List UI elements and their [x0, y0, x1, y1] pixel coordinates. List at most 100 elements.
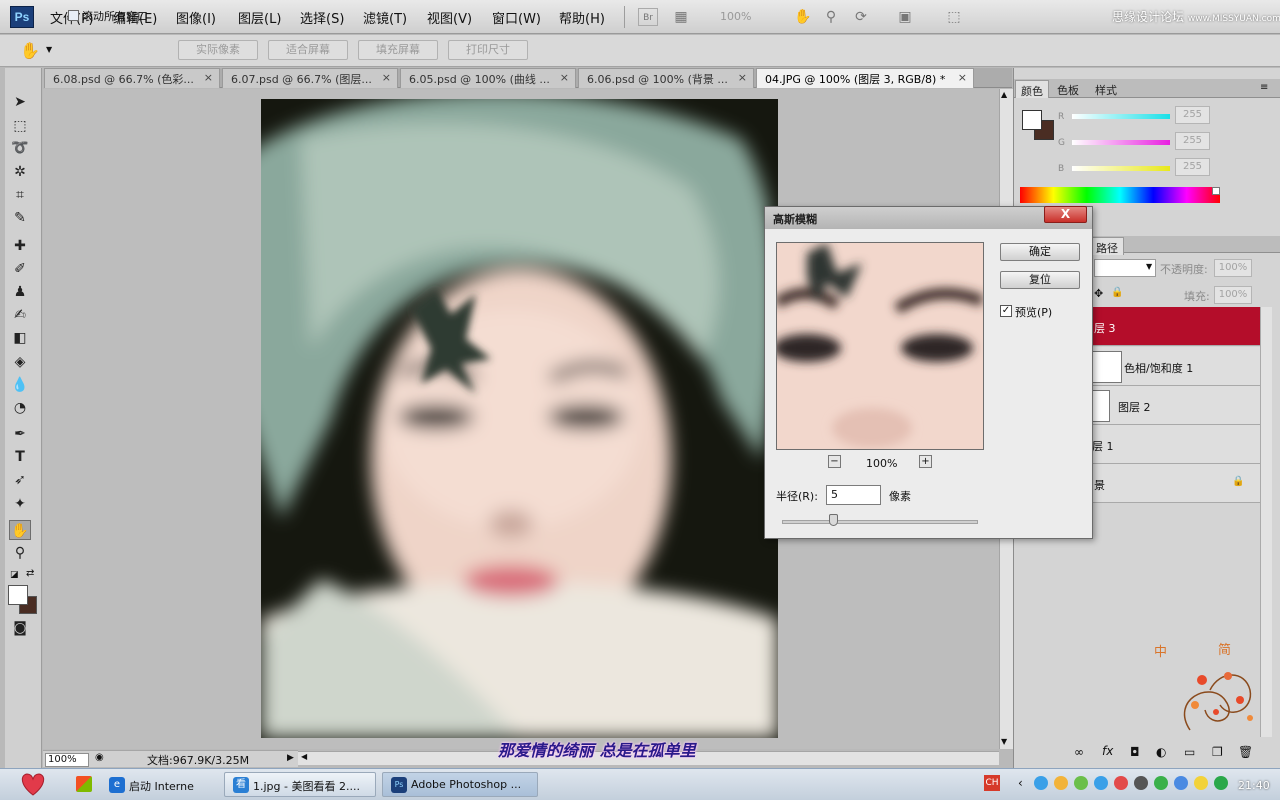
magic-wand-icon[interactable]: ✲ — [9, 162, 31, 182]
swap-colors-icon[interactable]: ⇄ — [26, 568, 34, 579]
close-icon[interactable]: × — [738, 71, 747, 84]
zoom-out-button[interactable]: − — [828, 455, 841, 468]
default-colors-icon[interactable]: ◪ — [10, 570, 19, 580]
close-icon[interactable]: × — [560, 71, 569, 84]
taskbar-item-internet[interactable]: e 启动 Interne — [100, 772, 218, 797]
shield-icon[interactable] — [1214, 776, 1228, 790]
hand-tool-icon[interactable]: ✋ — [9, 520, 31, 540]
scroll-down-icon[interactable]: ▼ — [1001, 737, 1007, 746]
print-size-button[interactable]: 打印尺寸 — [448, 40, 528, 60]
reset-button[interactable]: 复位 — [1000, 271, 1080, 289]
actual-pixels-button[interactable]: 实际像素 — [178, 40, 258, 60]
zoom-level-field[interactable]: 100% — [45, 753, 89, 767]
history-brush-icon[interactable]: ✍ — [9, 305, 31, 325]
crop-tool-icon[interactable]: ⌗ — [9, 185, 31, 205]
marquee-tool-icon[interactable]: ⬚ — [9, 116, 31, 136]
start-button[interactable] — [18, 771, 48, 797]
paint-bucket-icon[interactable]: ◈ — [9, 352, 31, 372]
eraser-icon[interactable]: ◧ — [9, 328, 31, 348]
red-channel-slider[interactable] — [1072, 114, 1170, 119]
path-selection-icon[interactable]: ➶ — [9, 470, 31, 490]
document-image[interactable] — [261, 99, 778, 738]
dodge-tool-icon[interactable]: ◔ — [9, 398, 31, 418]
radius-input[interactable]: 5 — [826, 485, 881, 505]
tab-6-05[interactable]: 6.05.psd @ 100% (曲线 ... × — [400, 68, 576, 88]
add-mask-icon[interactable]: ◘ — [1130, 745, 1140, 759]
zoom-tool-icon[interactable]: ⚲ — [822, 8, 840, 26]
hand-tool-preset-icon[interactable]: ✋ — [20, 41, 40, 60]
quick-mask-icon[interactable]: ◙ — [9, 618, 31, 638]
menu-select[interactable]: 选择(S) — [300, 8, 344, 27]
status-arrow-icon[interactable]: ▶ — [287, 753, 294, 763]
tab-styles[interactable]: 样式 — [1090, 80, 1122, 98]
close-icon[interactable]: × — [958, 71, 967, 84]
menu-image[interactable]: 图像(I) — [176, 8, 216, 27]
fit-screen-button[interactable]: 适合屏幕 — [268, 40, 348, 60]
tray-app-icon[interactable] — [1054, 776, 1068, 790]
blue-channel-slider[interactable] — [1072, 166, 1170, 171]
pen-tool-icon[interactable]: ✒ — [9, 424, 31, 444]
white-swatch[interactable] — [1212, 187, 1220, 195]
close-icon[interactable]: × — [382, 71, 391, 84]
scroll-all-windows-checkbox[interactable] — [68, 10, 79, 21]
move-tool-icon[interactable]: ➤ — [9, 92, 31, 112]
menu-layer[interactable]: 图层(L) — [238, 8, 281, 27]
tab-6-06[interactable]: 6.06.psd @ 100% (背景 ... × — [578, 68, 754, 88]
taskbar-clock[interactable]: 21:40 — [1238, 779, 1270, 792]
fill-value[interactable]: 100% — [1214, 286, 1252, 304]
menu-view[interactable]: 视图(V) — [427, 8, 472, 27]
qq-icon[interactable] — [1034, 776, 1048, 790]
chevron-down-icon[interactable]: ▼ — [1146, 262, 1152, 271]
bridge-icon[interactable]: Br — [638, 8, 658, 26]
chevron-down-icon[interactable]: ▼ — [46, 45, 52, 54]
brush-tool-icon[interactable]: ✐ — [9, 259, 31, 279]
network-icon[interactable] — [1174, 776, 1188, 790]
arrange-documents-icon[interactable]: ▣ — [896, 8, 914, 26]
status-menu-icon[interactable]: ◉ — [95, 752, 104, 763]
fill-screen-button[interactable]: 填充屏幕 — [358, 40, 438, 60]
scroll-left-icon[interactable]: ◀ — [301, 752, 307, 761]
foreground-color-swatch[interactable] — [8, 585, 28, 605]
taskbar-item-photoshop[interactable]: Ps Adobe Photoshop ... — [382, 772, 538, 797]
tray-app-icon[interactable] — [1154, 776, 1168, 790]
healing-brush-icon[interactable]: ✚ — [9, 236, 31, 256]
tray-app-icon[interactable] — [1134, 776, 1148, 790]
color-spectrum[interactable] — [1020, 187, 1220, 203]
blur-tool-icon[interactable]: 💧 — [9, 375, 31, 395]
zoom-tool-icon[interactable]: ⚲ — [9, 543, 31, 563]
tab-paths[interactable]: 路径 — [1090, 237, 1124, 255]
tab-6-08[interactable]: 6.08.psd @ 66.7% (色彩... × — [44, 68, 220, 88]
menubar-zoom[interactable]: 100% — [720, 10, 751, 23]
zoom-in-button[interactable]: + — [919, 455, 932, 468]
tab-6-07[interactable]: 6.07.psd @ 66.7% (图层... × — [222, 68, 398, 88]
lasso-tool-icon[interactable]: ➰ — [9, 138, 31, 158]
clone-stamp-icon[interactable]: ♟ — [9, 282, 31, 302]
taskbar-item-image-viewer[interactable]: 看 1.jpg - 美图看看 2.... — [224, 772, 376, 797]
menu-filter[interactable]: 滤镜(T) — [363, 8, 407, 27]
tray-app-icon[interactable] — [1074, 776, 1088, 790]
dialog-close-button[interactable]: X — [1044, 206, 1087, 223]
preview-checkbox[interactable]: ✓ — [1000, 305, 1012, 317]
menu-window[interactable]: 窗口(W) — [492, 8, 541, 27]
qq-icon[interactable] — [1094, 776, 1108, 790]
shape-tool-icon[interactable]: ✦ — [9, 494, 31, 514]
delete-layer-icon[interactable]: 🗑 — [1238, 745, 1253, 759]
lock-all-icon[interactable]: 🔒 — [1111, 287, 1123, 298]
menu-help[interactable]: 帮助(H) — [559, 8, 605, 27]
red-channel-value[interactable]: 255 — [1175, 106, 1210, 124]
ok-button[interactable]: 确定 — [1000, 243, 1080, 261]
tray-app-icon[interactable] — [1114, 776, 1128, 790]
tray-expand-icon[interactable]: ‹ — [1018, 776, 1023, 790]
layer-style-icon[interactable]: fx — [1102, 744, 1113, 758]
hand-tool-icon[interactable]: ✋ — [794, 8, 812, 26]
scroll-up-icon[interactable]: ▲ — [1001, 90, 1007, 99]
security-icon[interactable] — [1194, 776, 1208, 790]
tab-color[interactable]: 颜色 — [1015, 80, 1049, 98]
view-extras-icon[interactable]: ▦ — [672, 8, 690, 26]
blur-preview[interactable] — [776, 242, 984, 450]
tab-swatches[interactable]: 色板 — [1052, 80, 1084, 98]
opacity-value[interactable]: 100% — [1214, 259, 1252, 277]
radius-slider-thumb[interactable] — [829, 514, 838, 526]
type-tool-icon[interactable]: T — [9, 447, 31, 467]
panel-menu-icon[interactable]: ≡ — [1260, 82, 1268, 93]
